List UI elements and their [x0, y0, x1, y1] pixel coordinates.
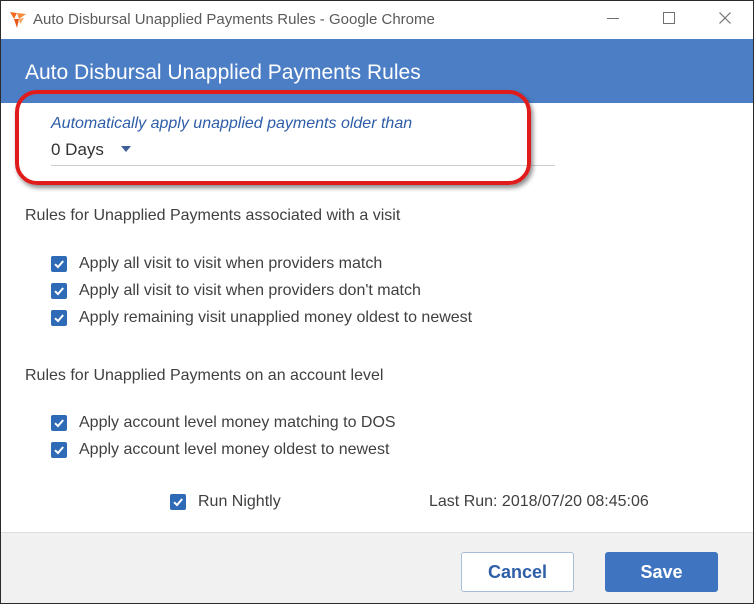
window-title: Auto Disbursal Unapplied Payments Rules …	[33, 11, 435, 28]
app-logo-icon	[8, 10, 28, 30]
visit-rule-label: Apply all visit to visit when providers …	[79, 282, 421, 299]
caret-down-icon	[121, 146, 131, 152]
visit-rule-label: Apply remaining visit unapplied money ol…	[79, 309, 473, 326]
dialog-footer: Cancel Save	[1, 532, 753, 603]
dialog-title: Auto Disbursal Unapplied Payments Rules	[25, 61, 421, 84]
payment-age-value: 0 Days	[51, 140, 104, 159]
account-rules-heading: Rules for Unapplied Payments on an accou…	[25, 367, 384, 384]
checkbox-checked-icon	[51, 415, 67, 431]
account-rule-label: Apply account level money oldest to newe…	[79, 441, 390, 458]
cancel-button[interactable]: Cancel	[461, 552, 574, 592]
browser-window: Auto Disbursal Unapplied Payments Rules …	[0, 0, 754, 604]
payment-age-label: Automatically apply unapplied payments o…	[51, 115, 413, 132]
checkbox-checked-icon	[170, 494, 186, 510]
maximize-button[interactable]	[643, 1, 695, 39]
last-run-text: Last Run: 2018/07/20 08:45:06	[429, 493, 649, 510]
checkbox-checked-icon	[51, 283, 67, 299]
checkbox-checked-icon	[51, 310, 67, 326]
account-rule-checkbox-oldest-to-newest[interactable]: Apply account level money oldest to newe…	[51, 440, 389, 460]
run-nightly-checkbox[interactable]: Run Nightly	[170, 492, 281, 512]
window-titlebar: Auto Disbursal Unapplied Payments Rules …	[1, 1, 753, 39]
payment-age-dropdown[interactable]: 0 Days	[51, 137, 555, 166]
visit-rule-label: Apply all visit to visit when providers …	[79, 255, 383, 272]
account-rule-checkbox-matching-dos[interactable]: Apply account level money matching to DO…	[51, 413, 396, 433]
visit-rule-checkbox-providers-dont-match[interactable]: Apply all visit to visit when providers …	[51, 281, 421, 301]
close-icon	[719, 11, 731, 29]
close-button[interactable]	[699, 1, 751, 39]
visit-rules-heading: Rules for Unapplied Payments associated …	[25, 207, 401, 224]
dialog-header: Auto Disbursal Unapplied Payments Rules	[1, 39, 753, 103]
maximize-icon	[663, 11, 675, 29]
save-button[interactable]: Save	[605, 552, 718, 592]
visit-rule-checkbox-providers-match[interactable]: Apply all visit to visit when providers …	[51, 254, 382, 274]
run-nightly-label: Run Nightly	[198, 493, 281, 510]
visit-rule-checkbox-oldest-to-newest[interactable]: Apply remaining visit unapplied money ol…	[51, 308, 472, 328]
minimize-icon	[607, 11, 619, 29]
checkbox-checked-icon	[51, 256, 67, 272]
minimize-button[interactable]	[587, 1, 639, 39]
account-rule-label: Apply account level money matching to DO…	[79, 414, 396, 431]
checkbox-checked-icon	[51, 442, 67, 458]
